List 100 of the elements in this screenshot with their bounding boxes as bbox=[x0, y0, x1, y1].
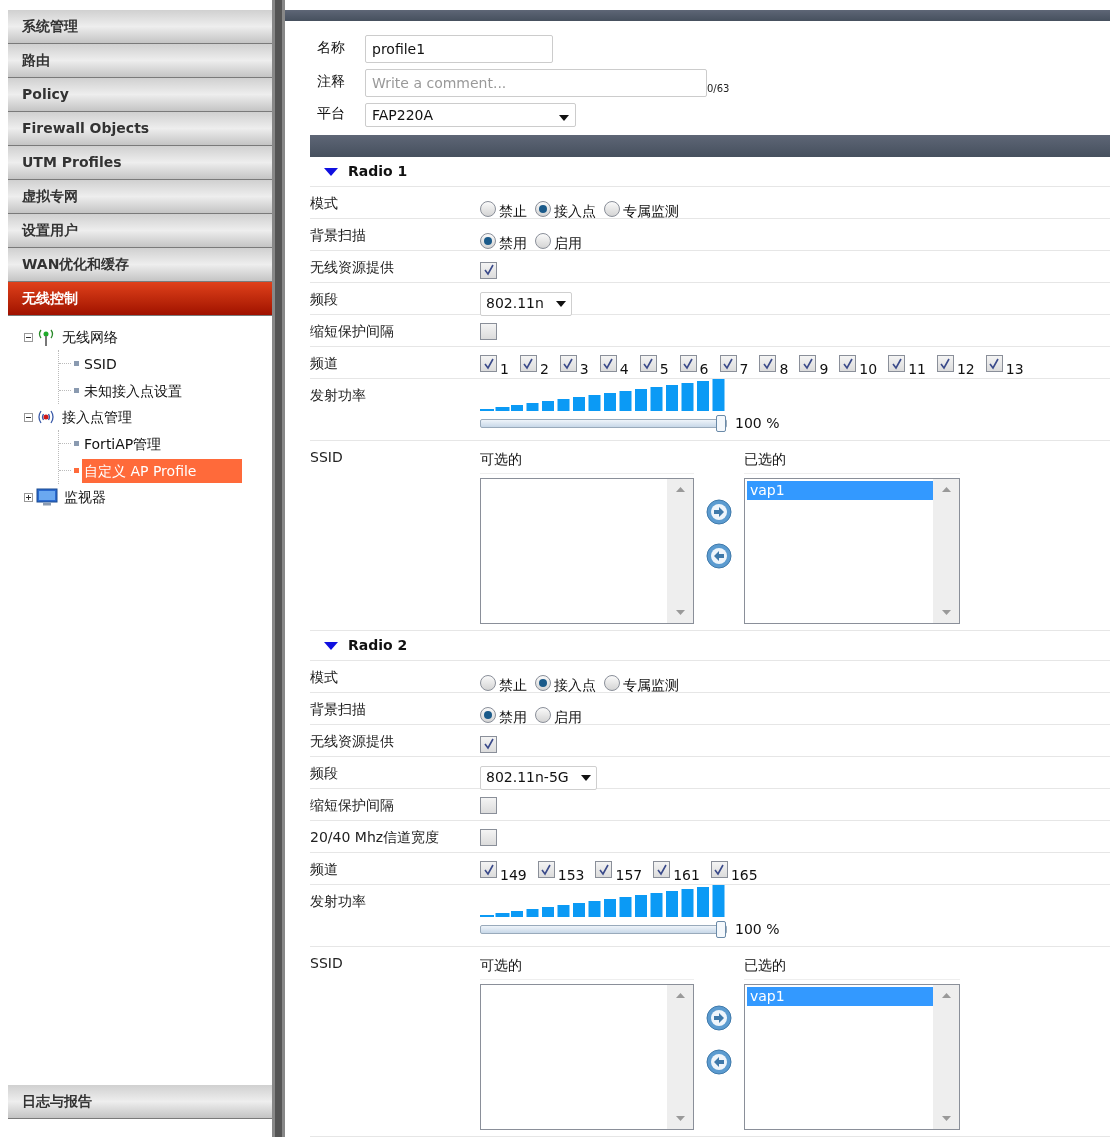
radio-button[interactable] bbox=[480, 674, 496, 691]
menu-item[interactable]: UTM Profiles bbox=[8, 146, 272, 180]
channel-label: 3 bbox=[579, 362, 589, 376]
antenna-icon bbox=[36, 328, 56, 346]
option-label: 启用 bbox=[554, 234, 582, 253]
section-title: Radio 2 bbox=[348, 636, 408, 655]
channel-label: 10 bbox=[859, 362, 878, 376]
section-title: Radio 1 bbox=[348, 162, 408, 181]
field-label: 模式 bbox=[310, 669, 338, 685]
checkbox[interactable] bbox=[480, 829, 497, 846]
move-right-icon[interactable] bbox=[706, 1005, 732, 1031]
channel-label: 153 bbox=[557, 868, 585, 882]
field-label: 背景扫描 bbox=[310, 227, 366, 243]
tree-item[interactable]: 接入点管理 bbox=[62, 406, 132, 428]
channel-label: 8 bbox=[779, 362, 789, 376]
menu-item[interactable]: WAN优化和缓存 bbox=[8, 248, 272, 282]
menu-item[interactable]: 虚拟专网 bbox=[8, 180, 272, 214]
expand-toggle[interactable] bbox=[24, 492, 33, 502]
move-left-icon[interactable] bbox=[706, 543, 732, 569]
checkbox[interactable] bbox=[480, 261, 497, 279]
radio-button[interactable] bbox=[535, 674, 551, 691]
checkbox[interactable] bbox=[519, 355, 537, 372]
checkbox[interactable] bbox=[639, 355, 657, 372]
move-left-icon[interactable] bbox=[706, 1049, 732, 1075]
menu-item[interactable]: Policy bbox=[8, 78, 272, 112]
menu-item[interactable]: 日志与报告 bbox=[8, 1085, 272, 1119]
checkbox[interactable] bbox=[480, 797, 497, 814]
field-label: 无线资源提供 bbox=[310, 259, 394, 275]
radio-button[interactable] bbox=[535, 200, 551, 217]
checkbox[interactable] bbox=[839, 355, 857, 372]
checkbox[interactable] bbox=[480, 861, 497, 878]
list-title: 已选的 bbox=[744, 451, 786, 467]
menu-item[interactable]: 路由 bbox=[8, 44, 272, 78]
radio-button[interactable] bbox=[480, 232, 496, 249]
option-label: 禁用 bbox=[499, 708, 527, 727]
caret-icon bbox=[580, 774, 591, 781]
tree-item[interactable]: SSID bbox=[82, 351, 119, 376]
band-select[interactable]: 802.11n bbox=[480, 291, 572, 316]
option-label: 启用 bbox=[554, 708, 582, 727]
radio-button[interactable] bbox=[535, 706, 551, 723]
checkbox[interactable] bbox=[888, 355, 906, 372]
slider-thumb[interactable] bbox=[716, 415, 726, 432]
radio-button[interactable] bbox=[604, 200, 620, 217]
radio-button[interactable] bbox=[604, 674, 620, 691]
channel-label: 2 bbox=[539, 362, 549, 376]
radio-button[interactable] bbox=[480, 706, 496, 723]
band-select[interactable]: 802.11n-5G bbox=[480, 765, 597, 790]
checkbox[interactable] bbox=[710, 861, 728, 878]
menu-item[interactable]: Firewall Objects bbox=[8, 112, 272, 146]
radio-button[interactable] bbox=[535, 232, 551, 249]
checkbox[interactable] bbox=[480, 323, 497, 340]
checkbox[interactable] bbox=[595, 861, 613, 878]
channel-label: 1 bbox=[500, 362, 509, 376]
move-right-icon[interactable] bbox=[706, 499, 732, 525]
checkbox[interactable] bbox=[719, 355, 737, 372]
checkbox[interactable] bbox=[537, 861, 555, 878]
collapse-toggle[interactable] bbox=[24, 412, 33, 422]
list-title: 可选的 bbox=[480, 451, 522, 467]
tree-item[interactable]: FortiAP管理 bbox=[82, 431, 164, 456]
comment-field[interactable]: Write a comment... bbox=[365, 69, 707, 97]
option-label: 接入点 bbox=[554, 202, 596, 221]
field-label: 频段 bbox=[310, 291, 338, 307]
menu-item[interactable]: 设置用户 bbox=[8, 214, 272, 248]
platform-select[interactable]: FAP220A bbox=[365, 103, 576, 127]
tree-item[interactable]: 未知接入点设置 bbox=[82, 378, 184, 403]
checkbox[interactable] bbox=[653, 861, 671, 878]
field-label: 名称 bbox=[317, 37, 346, 57]
radio-button[interactable] bbox=[480, 200, 496, 217]
name-field[interactable]: profile1 bbox=[365, 35, 553, 63]
checkbox[interactable] bbox=[799, 355, 817, 372]
field-label: 模式 bbox=[310, 195, 338, 211]
checkbox[interactable] bbox=[936, 355, 954, 372]
checkbox[interactable] bbox=[679, 355, 697, 372]
bullet-icon bbox=[74, 468, 79, 473]
bullet-icon bbox=[74, 388, 79, 393]
field-label: 发射功率 bbox=[310, 387, 366, 403]
channel-label: 5 bbox=[659, 362, 669, 376]
collapse-icon[interactable] bbox=[324, 641, 338, 650]
checkbox[interactable] bbox=[985, 355, 1003, 372]
channel-label: 157 bbox=[615, 868, 643, 882]
collapse-icon[interactable] bbox=[324, 167, 338, 176]
checkbox[interactable] bbox=[599, 355, 617, 372]
field-label: 频道 bbox=[310, 861, 338, 877]
caret-icon bbox=[555, 300, 566, 307]
tree-item[interactable]: 无线网络 bbox=[62, 326, 118, 348]
channel-label: 12 bbox=[956, 362, 975, 376]
field-label: 平台 bbox=[317, 103, 346, 123]
power-reading: 100 % bbox=[735, 920, 780, 939]
slider-thumb[interactable] bbox=[716, 921, 726, 938]
collapse-toggle[interactable] bbox=[24, 332, 33, 342]
field-label: 缩短保护间隔 bbox=[310, 797, 394, 813]
tree-item[interactable]: 监视器 bbox=[64, 486, 106, 508]
checkbox[interactable] bbox=[480, 355, 497, 372]
channel-label: 9 bbox=[819, 362, 829, 376]
checkbox[interactable] bbox=[559, 355, 577, 372]
checkbox[interactable] bbox=[759, 355, 777, 372]
menu-item[interactable]: 无线控制 bbox=[8, 282, 272, 316]
channel-label: 13 bbox=[1005, 362, 1024, 376]
checkbox[interactable] bbox=[480, 735, 497, 753]
menu-item[interactable]: 系统管理 bbox=[8, 10, 272, 44]
